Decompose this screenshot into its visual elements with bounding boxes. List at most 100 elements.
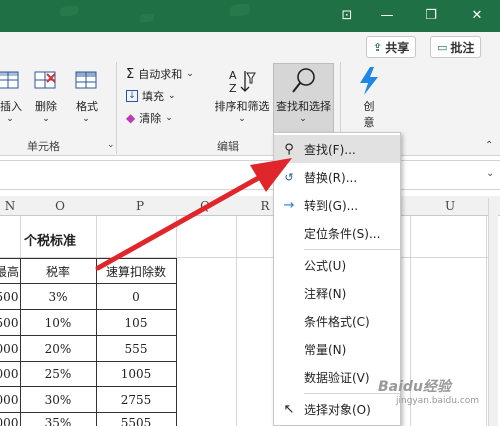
chevron-down-icon: ⌄ bbox=[186, 69, 194, 79]
formula-bar[interactable] bbox=[0, 160, 500, 190]
group-separator bbox=[116, 62, 117, 154]
menu-item-label: 替换(R)... bbox=[304, 170, 358, 185]
table-header: 速算扣除数 bbox=[105, 265, 166, 279]
format-button[interactable]: 格式 bbox=[72, 98, 102, 114]
table-border bbox=[0, 309, 176, 310]
close-icon[interactable]: ✕ bbox=[466, 6, 488, 26]
vertical-scrollbar[interactable] bbox=[488, 198, 498, 426]
autosum-label: 自动求和 bbox=[138, 68, 183, 81]
menu-item-label: 转到(G)... bbox=[304, 198, 359, 213]
pointer-icon: ↖ bbox=[283, 401, 295, 417]
table-cell[interactable]: 500 bbox=[0, 290, 20, 304]
table-cell[interactable]: 35% bbox=[20, 416, 96, 426]
table-cell[interactable]: 000 bbox=[0, 393, 20, 407]
chevron-down-icon[interactable]: ⌄ bbox=[236, 114, 248, 124]
grid-line bbox=[486, 216, 487, 426]
edit-group-label: 编辑 bbox=[217, 140, 239, 153]
table-cell[interactable]: 2755 bbox=[96, 393, 176, 407]
table-cell[interactable]: 000 bbox=[0, 342, 20, 356]
arrow-right-icon: → bbox=[283, 197, 295, 213]
svg-text:A: A bbox=[229, 69, 237, 82]
menu-item-replace[interactable]: ↺ 替换(R)... bbox=[274, 163, 400, 191]
table-cell[interactable]: 5505 bbox=[96, 416, 176, 426]
decor-leaf bbox=[140, 14, 154, 22]
table-cell[interactable]: 25% bbox=[20, 367, 96, 381]
svg-text:Z: Z bbox=[229, 82, 237, 95]
chevron-down-icon[interactable]: ⌄ bbox=[80, 114, 92, 124]
chevron-down-icon: ⌄ bbox=[168, 91, 176, 101]
chevron-down-icon[interactable]: ⌄ bbox=[486, 168, 494, 179]
menu-item-label: 常量(N) bbox=[304, 342, 347, 357]
minimize-icon[interactable]: — bbox=[376, 6, 398, 26]
column-header-p[interactable]: P bbox=[100, 196, 180, 216]
comment-button[interactable]: ▭ 批注 bbox=[430, 36, 482, 58]
column-header-n[interactable]: N bbox=[0, 196, 20, 216]
fill-button[interactable]: ↓ 填充 ⌄ bbox=[126, 88, 176, 104]
table-title: 个税标准 bbox=[23, 234, 76, 249]
clear-button[interactable]: ◆ 清除 ⌄ bbox=[126, 110, 173, 126]
menu-item-goto[interactable]: → 转到(G)... bbox=[274, 191, 400, 219]
column-header-u[interactable]: U bbox=[430, 196, 470, 216]
watermark-url: jingyan.baidu.com bbox=[396, 396, 480, 406]
table-border bbox=[0, 335, 176, 336]
collapse-ribbon-icon[interactable]: ⌃ bbox=[485, 140, 493, 151]
format-cells-icon bbox=[75, 71, 97, 89]
decor-leaf bbox=[60, 6, 78, 16]
table-cell[interactable]: 10% bbox=[20, 316, 96, 330]
table-border bbox=[0, 386, 176, 387]
share-label: 共享 bbox=[385, 40, 410, 55]
fill-label: 填充 bbox=[142, 90, 164, 103]
insert-button[interactable]: 插入 bbox=[0, 98, 24, 114]
menu-item-find[interactable]: ⚲ 查找(F)... bbox=[274, 135, 400, 163]
restore-icon[interactable]: ❐ bbox=[420, 6, 442, 26]
menu-item-label: 条件格式(C) bbox=[304, 314, 370, 329]
magnifier-icon bbox=[292, 68, 315, 93]
table-cell[interactable]: 30% bbox=[20, 393, 96, 407]
menu-separator bbox=[304, 249, 400, 250]
menu-item-label: 公式(U) bbox=[304, 258, 347, 273]
autosum-button[interactable]: Σ 自动求和 ⌄ bbox=[126, 66, 194, 82]
sort-filter-label: 排序和筛选 bbox=[214, 100, 270, 113]
creative-button[interactable]: 创 意 bbox=[358, 98, 380, 130]
share-button[interactable]: ⇪ 共享 bbox=[366, 36, 417, 58]
table-cell[interactable]: 3% bbox=[20, 290, 96, 304]
ribbon-display-icon[interactable]: ⊡ bbox=[336, 6, 358, 26]
table-cell[interactable]: 000 bbox=[0, 367, 20, 381]
delete-button[interactable]: 删除 bbox=[32, 98, 60, 114]
insert-label: 插入 bbox=[0, 100, 22, 113]
menu-item-label: 定位条件(S)... bbox=[304, 226, 381, 241]
table-border bbox=[0, 412, 176, 413]
creative-label-2: 意 bbox=[363, 116, 375, 129]
menu-item-label: 数据验证(V) bbox=[304, 370, 370, 385]
clear-label: 清除 bbox=[139, 112, 162, 125]
replace-icon: ↺ bbox=[284, 170, 294, 184]
creative-label-1: 创 bbox=[363, 100, 375, 113]
title-bar: ⊡ — ❐ ✕ bbox=[0, 0, 500, 32]
table-cell[interactable]: 0 bbox=[96, 290, 176, 304]
group-expand-icon[interactable]: ⌄ bbox=[107, 140, 115, 150]
table-border bbox=[0, 258, 176, 259]
chevron-down-icon[interactable]: ⌄ bbox=[40, 114, 52, 124]
fill-down-icon: ↓ bbox=[126, 90, 138, 102]
column-header-o[interactable]: O bbox=[20, 196, 100, 216]
menu-item-select-objects[interactable]: ↖ 选择对象(O) bbox=[274, 395, 400, 423]
table-cell[interactable]: 555 bbox=[96, 342, 176, 356]
menu-item-conditional-formatting[interactable]: 条件格式(C) bbox=[274, 307, 400, 335]
menu-item-formulas[interactable]: 公式(U) bbox=[274, 251, 400, 279]
table-header: 税率 bbox=[45, 265, 70, 279]
table-cell[interactable]: 105 bbox=[96, 316, 176, 330]
menu-item-label: 注释(N) bbox=[304, 286, 347, 301]
delete-label: 删除 bbox=[35, 100, 57, 113]
chevron-down-icon[interactable]: ⌄ bbox=[4, 114, 16, 124]
decor-leaf bbox=[230, 4, 250, 16]
table-cell[interactable]: 500 bbox=[0, 316, 20, 330]
table-cell[interactable]: 000 bbox=[0, 416, 20, 426]
column-header-q[interactable]: Q bbox=[180, 196, 230, 216]
sort-filter-button[interactable]: 排序和筛选 bbox=[212, 98, 272, 114]
menu-item-constants[interactable]: 常量(N) bbox=[274, 335, 400, 363]
table-cell[interactable]: 20% bbox=[20, 342, 96, 356]
menu-item-goto-special[interactable]: 定位条件(S)... bbox=[274, 219, 400, 247]
sort-filter-icon: A Z bbox=[229, 69, 256, 95]
menu-item-notes[interactable]: 注释(N) bbox=[274, 279, 400, 307]
table-cell[interactable]: 1005 bbox=[96, 367, 176, 381]
